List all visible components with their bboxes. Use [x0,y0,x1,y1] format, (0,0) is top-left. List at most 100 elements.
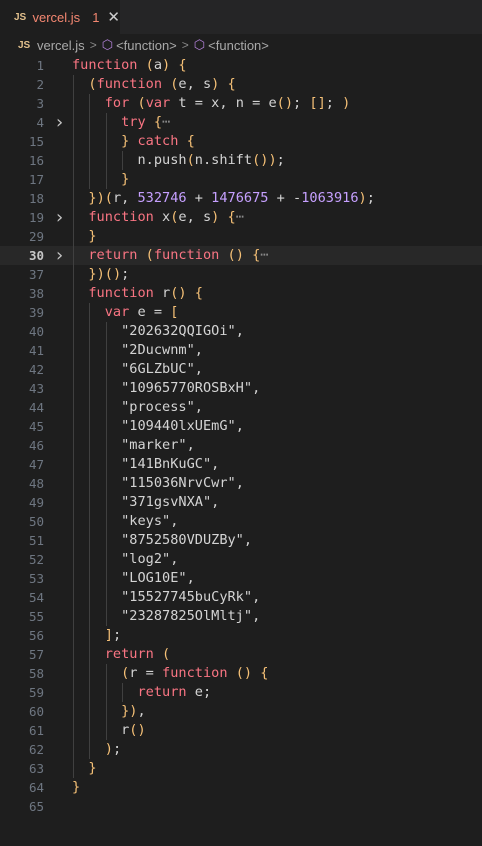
code-line[interactable]: 54 "15527745buCyRk", [0,588,482,607]
code-line[interactable]: 60 }), [0,702,482,721]
code-line[interactable]: 45 "109440lxUEmG", [0,417,482,436]
code-line[interactable]: 18 })(r, 532746 + 1476675 + -1063916); [0,189,482,208]
code-line[interactable]: 15 } catch { [0,132,482,151]
code-text: "2Ducwnm", [121,342,203,358]
code-text: "LOG10E", [121,570,195,586]
close-icon[interactable]: ✕ [107,10,120,25]
code-line[interactable]: 3 for (var t = x, n = e(); []; ) [0,94,482,113]
code-line[interactable]: 50 "keys", [0,512,482,531]
line-number: 42 [28,362,44,377]
code-text: } [72,779,81,795]
code-text: function (a) { [72,57,187,73]
code-line[interactable]: 39 var e = [ [0,303,482,322]
code-line[interactable]: 63 } [0,759,482,778]
code-line[interactable]: 38 function r() { [0,284,482,303]
breadcrumb-symbol-2[interactable]: <function> [208,38,269,53]
code-text: "10965770ROSBxH", [121,380,261,396]
line-number: 47 [28,457,44,472]
code-line[interactable]: 4 › try {⋯ [0,113,482,132]
line-number: 30 [28,248,44,263]
fold-chevron-icon[interactable]: › [54,113,65,132]
line-number: 63 [28,761,44,776]
line-number: 29 [28,229,44,244]
code-line[interactable]: 48 "115036NrvCwr", [0,474,482,493]
code-text: (function (e, s) { [88,76,236,92]
code-line[interactable]: 61 r() [0,721,482,740]
code-line[interactable]: 53 "LOG10E", [0,569,482,588]
line-number: 37 [28,267,44,282]
line-number: 65 [28,799,44,814]
code-text: return ( [104,646,171,662]
code-line[interactable]: 64} [0,778,482,797]
breadcrumb-file[interactable]: vercel.js [37,38,85,53]
function-symbol-icon: ⬡ [101,37,114,52]
code-text: })(); [88,266,130,282]
line-number: 46 [28,438,44,453]
code-line[interactable]: 65 [0,797,482,816]
code-line[interactable]: 37 })(); [0,265,482,284]
code-text: })(r, 532746 + 1476675 + -1063916); [88,190,375,206]
code-text: ]; [104,627,122,643]
fold-chevron-icon[interactable]: › [54,246,65,265]
problems-count-badge: 1 [92,9,100,25]
code-editor[interactable]: 1 function (a) {2 (function (e, s) {3 for… [0,56,482,816]
code-text: "202632QQIGOi", [121,323,244,339]
code-line[interactable]: 51 "8752580VDUZBy", [0,531,482,550]
code-line[interactable]: 41 "2Ducwnm", [0,341,482,360]
code-text: "15527745buCyRk", [121,589,261,605]
line-number: 45 [28,419,44,434]
code-text: n.push(n.shift()); [72,152,285,168]
line-number: 58 [28,666,44,681]
code-line[interactable]: 47 "141BnKuGC", [0,455,482,474]
code-text: "141BnKuGC", [121,456,220,472]
code-text: ); [104,741,122,757]
breadcrumb-symbol-1[interactable]: <function> [116,38,177,53]
code-line[interactable]: 2 (function (e, s) { [0,75,482,94]
code-line[interactable]: 43 "10965770ROSBxH", [0,379,482,398]
code-line[interactable]: 40 "202632QQIGOi", [0,322,482,341]
code-line[interactable]: 62 ); [0,740,482,759]
line-number: 3 [36,96,44,111]
code-line[interactable]: 1 function (a) { [0,56,482,75]
code-text: "8752580VDUZBy", [121,532,253,548]
code-line[interactable]: 56 ]; [0,626,482,645]
tab-vercel-js[interactable]: JS vercel.js 1 ✕ [0,0,120,34]
code-line[interactable]: 49 "371gsvNXA", [0,493,482,512]
code-line[interactable]: 16 n.push(n.shift()); [0,151,482,170]
code-text: "keys", [121,513,179,529]
code-line[interactable]: 57 return ( [0,645,482,664]
chevron-right-icon: > [181,38,189,52]
code-line[interactable]: 17 } [0,170,482,189]
line-number: 43 [28,381,44,396]
code-line[interactable]: 59 return e; [0,683,482,702]
javascript-file-icon: JS [14,11,27,23]
line-number: 51 [28,533,44,548]
code-text: "23287825OlMltj", [121,608,261,624]
line-number: 57 [28,647,44,662]
code-text: "log2", [121,551,179,567]
line-number: 19 [28,210,44,225]
code-line[interactable]: 52 "log2", [0,550,482,569]
line-number: 62 [28,742,44,757]
code-text: "109440lxUEmG", [121,418,244,434]
code-line[interactable]: 46 "marker", [0,436,482,455]
code-line[interactable]: 42 "6GLZbUC", [0,360,482,379]
code-text: return e; [137,684,212,700]
code-line[interactable]: 29 } [0,227,482,246]
line-number: 39 [28,305,44,320]
breadcrumb: JS vercel.js > ⬡ <function> > ⬡ <functio… [0,34,482,56]
code-text: }), [121,703,146,719]
fold-chevron-icon[interactable]: › [54,208,65,227]
code-text: function x(e, s) {⋯ [88,209,244,225]
code-text: function r() { [88,285,203,301]
code-line[interactable]: 19 › function x(e, s) {⋯ [0,208,482,227]
code-line[interactable]: 44 "process", [0,398,482,417]
code-line[interactable]: 55 "23287825OlMltj", [0,607,482,626]
line-number: 4 [36,115,44,130]
line-number: 40 [28,324,44,339]
code-line[interactable]: 30 › return (function () {⋯ [0,246,482,265]
code-line[interactable]: 58 (r = function () { [0,664,482,683]
line-number: 56 [28,628,44,643]
line-number: 48 [28,476,44,491]
line-number: 41 [28,343,44,358]
